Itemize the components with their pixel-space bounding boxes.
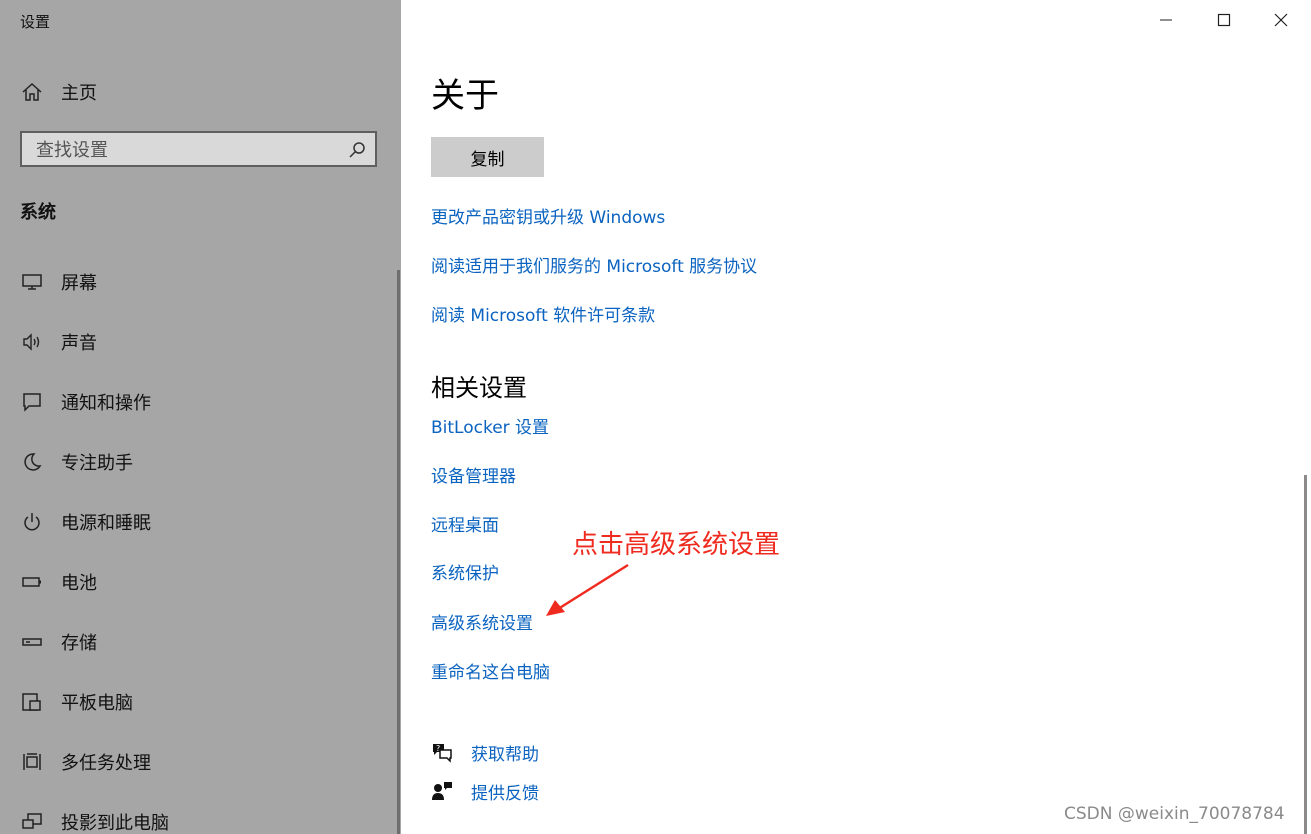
close-icon [1274, 12, 1288, 31]
feedback-link[interactable]: 提供反馈 [471, 779, 539, 804]
sidebar-item-label: 电源和睡眠 [61, 513, 151, 534]
sidebar-item-notifications[interactable]: 通知和操作 [0, 380, 396, 424]
rename-pc-link[interactable]: 重命名这台电脑 [431, 658, 550, 683]
sidebar-item-focus-assist[interactable]: 专注助手 [0, 440, 396, 484]
advanced-system-settings-link[interactable]: 高级系统设置 [431, 609, 533, 634]
sidebar-item-label: 多任务处理 [61, 753, 151, 774]
get-help-link[interactable]: 获取帮助 [471, 740, 539, 765]
sidebar-item-storage[interactable]: 存储 [0, 620, 396, 664]
license-terms-link[interactable]: 阅读 Microsoft 软件许可条款 [431, 301, 655, 326]
speaker-icon [20, 330, 44, 354]
sidebar: 设置 主页 系统 屏幕 声音 通知和操作 专注助手 [0, 0, 401, 834]
sidebar-item-label: 通知和操作 [61, 393, 151, 414]
watermark: CSDN @weixin_70078784 [1064, 804, 1285, 824]
main-scrollbar[interactable] [1304, 475, 1307, 834]
section-title: 系统 [20, 202, 56, 223]
sidebar-item-display[interactable]: 屏幕 [0, 260, 396, 304]
page-title: 关于 [431, 76, 499, 116]
system-protection-link[interactable]: 系统保护 [431, 559, 499, 584]
sidebar-item-project-to-pc[interactable]: 投影到此电脑 [0, 800, 396, 834]
moon-icon [20, 450, 44, 474]
minimize-button[interactable] [1146, 4, 1186, 38]
power-icon [20, 510, 44, 534]
sidebar-item-label: 存储 [61, 633, 97, 654]
sidebar-item-multitasking[interactable]: 多任务处理 [0, 740, 396, 784]
help-chat-icon: ? [431, 741, 453, 763]
device-manager-link[interactable]: 设备管理器 [431, 462, 516, 487]
change-product-key-link[interactable]: 更改产品密钥或升级 Windows [431, 203, 665, 228]
annotation-arrow [546, 563, 629, 616]
tablet-icon [20, 690, 44, 714]
sidebar-item-sound[interactable]: 声音 [0, 320, 396, 364]
sidebar-scrollbar[interactable] [397, 270, 400, 834]
minimize-icon [1159, 12, 1173, 31]
sidebar-item-label: 电池 [61, 573, 97, 594]
search-icon[interactable] [347, 140, 367, 160]
project-icon [20, 810, 44, 834]
maximize-button[interactable] [1204, 4, 1244, 38]
service-agreement-link[interactable]: 阅读适用于我们服务的 Microsoft 服务协议 [431, 252, 757, 277]
copy-button[interactable]: 复制 [431, 137, 544, 177]
sidebar-item-label: 投影到此电脑 [61, 813, 169, 834]
get-help-row[interactable]: ? 获取帮助 [431, 737, 539, 767]
search-input[interactable] [34, 133, 338, 167]
sidebar-item-tablet[interactable]: 平板电脑 [0, 680, 396, 724]
sidebar-item-label: 屏幕 [61, 273, 97, 294]
close-button[interactable] [1261, 4, 1301, 38]
sidebar-item-home[interactable]: 主页 [0, 70, 396, 114]
maximize-icon [1217, 12, 1231, 31]
window-title: 设置 [20, 13, 51, 31]
home-icon [20, 80, 44, 104]
notification-icon [20, 390, 44, 414]
svg-text:?: ? [436, 744, 440, 753]
bitlocker-settings-link[interactable]: BitLocker 设置 [431, 413, 549, 438]
related-settings-heading: 相关设置 [431, 374, 527, 402]
battery-icon [20, 570, 44, 594]
sidebar-item-battery[interactable]: 电池 [0, 560, 396, 604]
search-box[interactable] [20, 131, 377, 167]
storage-icon [20, 630, 44, 654]
annotation-text: 点击高级系统设置 [572, 530, 781, 560]
monitor-icon [20, 270, 44, 294]
sidebar-item-label: 主页 [61, 83, 97, 104]
feedback-icon [431, 780, 453, 802]
sidebar-item-label: 平板电脑 [61, 693, 133, 714]
sidebar-item-label: 声音 [61, 333, 97, 354]
sidebar-item-label: 专注助手 [61, 453, 133, 474]
multitask-icon [20, 750, 44, 774]
feedback-row[interactable]: 提供反馈 [431, 776, 539, 806]
remote-desktop-link[interactable]: 远程桌面 [431, 511, 499, 536]
sidebar-item-power-sleep[interactable]: 电源和睡眠 [0, 500, 396, 544]
